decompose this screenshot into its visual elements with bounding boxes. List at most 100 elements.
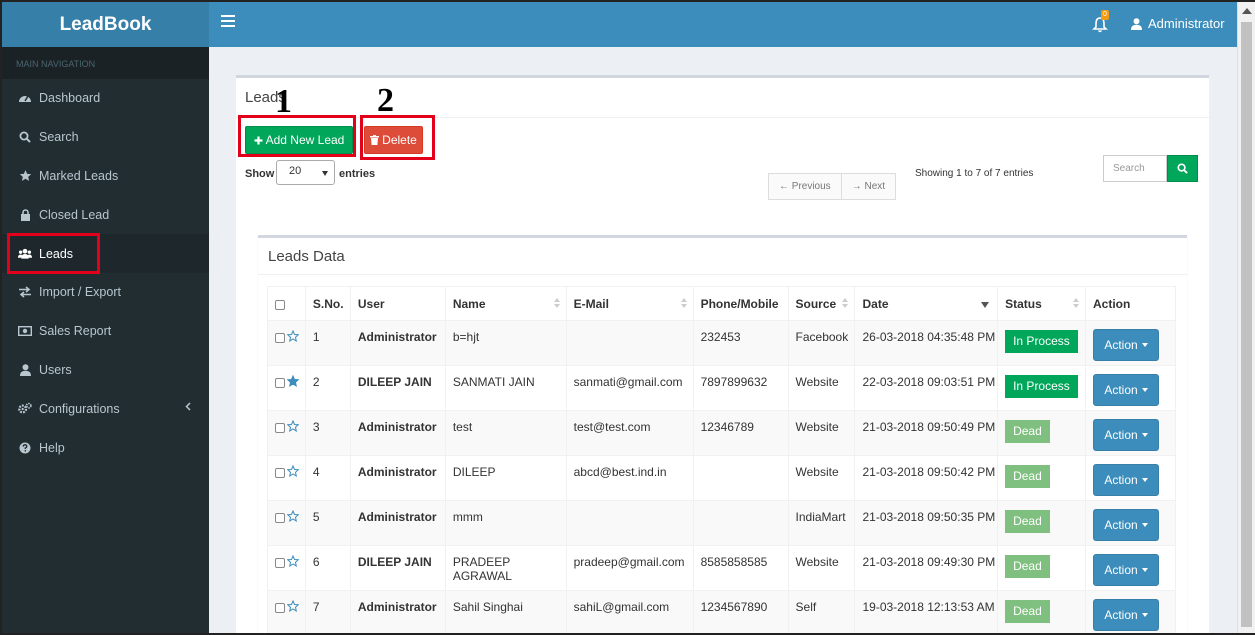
cell-status: Dead [997,590,1086,635]
sidebar-item-label: Configurations [39,401,120,416]
col-sno[interactable]: S.No. [304,286,351,321]
star-outline-icon[interactable] [286,510,300,525]
cell-user: Administrator [349,410,446,456]
row-checkbox[interactable] [275,602,285,613]
cell-action: Action [1085,320,1176,366]
star-outline-icon[interactable] [286,330,300,345]
select-all-checkbox[interactable] [275,299,285,310]
annotation-number-2: 2 [377,82,394,119]
col-email[interactable]: E-Mail [565,286,694,321]
caret-down-icon [1141,343,1148,347]
cell-date: 21-03-2018 09:49:30 PM [854,545,999,591]
lock-icon [18,208,32,222]
table-row: 4 Administrator DILEEP abcd@best.ind.in Webs… [267,455,1176,501]
sidebar-item-label: Marked Leads [39,168,119,183]
cell-date: 26-03-2018 04:35:48 PM [854,320,999,366]
cell-sno: 5 [304,500,351,546]
sidebar-item-marked-leads[interactable]: Marked Leads [2,157,209,196]
cell-email: sanmati@gmail.com [565,365,694,411]
sidebar-item-users[interactable]: Users [2,351,209,390]
action-dropdown-button[interactable]: Action [1093,419,1159,451]
cell-source: Website [787,545,856,591]
user-menu[interactable]: Administrator [1131,16,1225,31]
cell-user: Administrator [349,590,446,635]
cell-status: In Process [997,365,1086,411]
col-name[interactable]: Name [444,286,567,321]
row-checkbox[interactable] [275,422,285,433]
row-checkbox[interactable] [275,512,285,523]
app-logo[interactable]: LeadBook [2,2,209,47]
status-badge: Dead [1005,510,1050,533]
vertical-scrollbar[interactable] [1237,2,1255,635]
row-checkbox[interactable] [275,467,285,478]
caret-down-icon [322,171,328,176]
row-select-cell [267,410,306,456]
col-status[interactable]: Status [997,286,1086,321]
scroll-up-icon[interactable] [1242,8,1252,14]
cell-user: Administrator [349,455,446,501]
status-badge: Dead [1005,420,1050,443]
cell-sno: 4 [304,455,351,501]
row-checkbox[interactable] [275,377,285,388]
highlight-sidebar-leads [7,233,100,274]
col-source[interactable]: Source [787,286,856,321]
menu-toggle-icon[interactable] [221,15,235,27]
entries-label: entries [339,168,376,180]
sidebar-item-label: Help [39,440,65,455]
sidebar-item-configurations[interactable]: Configurations [2,389,209,428]
cell-email: test@test.com [565,410,694,456]
page-size-select[interactable]: 20 [276,160,335,185]
search-button[interactable] [1167,155,1198,182]
cell-email [565,500,694,546]
sort-icon [553,298,561,310]
cell-sno: 1 [304,320,351,366]
col-user[interactable]: User [349,286,446,321]
action-dropdown-button[interactable]: Action [1093,464,1159,496]
user-icon [18,363,32,377]
sidebar-item-help[interactable]: Help [2,428,209,467]
scrollbar-thumb[interactable] [1241,22,1252,627]
action-dropdown-button[interactable]: Action [1093,599,1159,631]
search-icon [1177,163,1188,174]
cell-date: 21-03-2018 09:50:49 PM [854,410,999,456]
search-input[interactable]: Search [1103,155,1167,182]
cell-sno: 7 [304,590,351,635]
sidebar-item-label: Users [39,362,72,377]
row-checkbox[interactable] [275,557,285,568]
previous-page-button[interactable]: ← Previous [768,173,842,200]
caret-down-icon [1141,388,1148,392]
caret-down-icon [1141,478,1148,482]
star-filled-icon[interactable] [286,375,300,390]
cell-source: Self [787,590,856,635]
sidebar-item-label: Search [39,130,79,145]
action-dropdown-button[interactable]: Action [1093,554,1159,586]
action-dropdown-button[interactable]: Action [1093,509,1159,541]
row-select-cell [267,590,306,635]
col-date[interactable]: Date [854,286,999,321]
star-outline-icon[interactable] [286,420,300,435]
col-phone[interactable]: Phone/Mobile [692,286,789,321]
star-outline-icon[interactable] [286,555,300,570]
row-checkbox[interactable] [275,332,285,343]
sidebar-item-closed-lead[interactable]: Closed Lead [2,195,209,234]
question-icon [18,441,32,455]
caret-down-icon [1141,568,1148,572]
sidebar-item-sales-report[interactable]: Sales Report [2,312,209,351]
cell-action: Action [1085,455,1176,501]
action-dropdown-button[interactable]: Action [1093,374,1159,406]
star-outline-icon[interactable] [286,465,300,480]
sidebar-item-search[interactable]: Search [2,118,209,157]
cell-user: Administrator [349,320,446,366]
cell-source: Website [787,410,856,456]
cell-name: mmm [444,500,567,546]
next-page-button[interactable]: → Next [841,173,897,200]
cell-name: b=hjt [444,320,567,366]
sidebar-item-dashboard[interactable]: Dashboard [2,79,209,118]
sort-icon [680,298,688,310]
sidebar-header: MAIN NAVIGATION [2,47,209,79]
star-outline-icon[interactable] [286,600,300,615]
cell-status: Dead [997,455,1086,501]
action-dropdown-button[interactable]: Action [1093,329,1159,361]
sidebar-item-import-export[interactable]: Import / Export [2,273,209,312]
cell-source: Facebook [787,320,856,366]
